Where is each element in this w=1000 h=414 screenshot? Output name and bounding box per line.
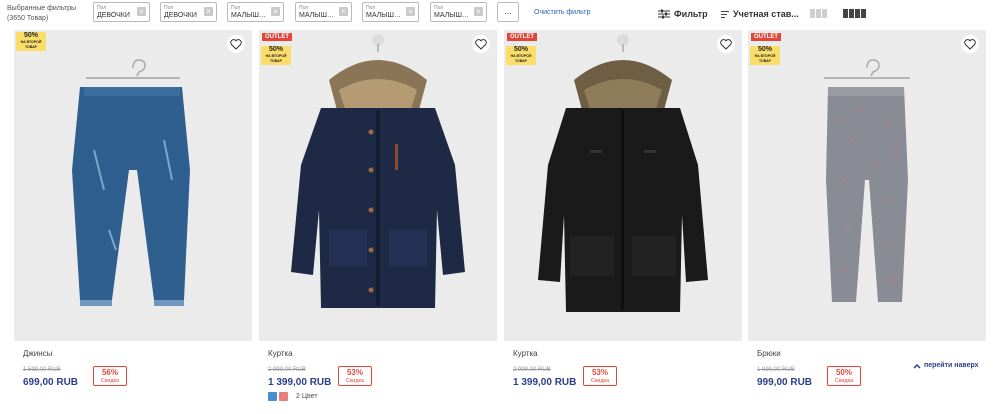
close-icon[interactable]: ×: [204, 7, 213, 16]
clear-filter-link[interactable]: Очистить фильтр: [534, 9, 590, 16]
discount-badge: 53% Скидка: [583, 366, 617, 386]
sort-select[interactable]: Учетная став...: [721, 7, 799, 21]
heart-icon: [964, 38, 976, 50]
filter-chip-gender-babies-girls-2[interactable]: Пол МАЛЫШКИ ... ×: [430, 2, 487, 22]
heart-icon: [230, 38, 242, 50]
filter-button-label: Фильтр: [674, 9, 708, 19]
filter-chip-gender-babies-girls[interactable]: Пол МАЛЫШКИ ... ×: [362, 2, 419, 22]
discount-badge: 56% Скидка: [93, 366, 127, 386]
promo-badge-text: НА ВТОРОЙ ТОВАР: [754, 54, 776, 63]
filter-button[interactable]: Фильтр: [658, 7, 708, 21]
favorite-button[interactable]: [961, 35, 979, 53]
back-to-top-label: перейти наверх: [924, 362, 979, 369]
outlet-badge: OUTLET: [262, 33, 292, 41]
price: 999,00 RUB: [757, 377, 813, 388]
promo-badge: 50% НА ВТОРОЙ ТОВАР: [750, 46, 780, 65]
chip-value: ДЕВОЧКИ: [97, 12, 130, 19]
close-icon[interactable]: ×: [339, 7, 348, 16]
jacket-navy-image: [291, 34, 465, 308]
color-swatch-blue[interactable]: [268, 392, 277, 401]
chip-value: МАЛЫШКИ ...: [366, 12, 403, 19]
heart-icon: [720, 38, 732, 50]
product-image[interactable]: 50% НА ВТОРОЙ ТОВАР: [14, 30, 252, 341]
chip-value: МАЛЫШИ М...: [299, 12, 336, 19]
price: 1 399,00 RUB: [268, 377, 332, 388]
outlet-badge: OUTLET: [507, 33, 537, 41]
promo-badge: 50% НА ВТОРОЙ ТОВАР: [506, 46, 536, 65]
product-card[interactable]: OUTLET 50% НА ВТОРОЙ ТОВАР Брюки 1 999,0…: [748, 30, 986, 414]
filter-chip-gender-babies-boys-2[interactable]: Пол МАЛЫШИ М... ×: [295, 2, 352, 22]
filter-sliders-icon: [658, 9, 670, 19]
chip-value: МАЛЫШИ М...: [231, 12, 268, 19]
close-icon[interactable]: ×: [271, 7, 280, 16]
grid-3-columns-toggle[interactable]: [810, 9, 827, 18]
product-image[interactable]: OUTLET 50% НА ВТОРОЙ ТОВАР: [748, 30, 986, 341]
heart-icon: [475, 38, 487, 50]
selected-filters-count: (3650 Товар): [7, 15, 49, 22]
promo-badge-percent: 50%: [513, 46, 528, 53]
product-name[interactable]: Джинсы: [23, 349, 52, 358]
grid-4-columns-toggle[interactable]: [843, 9, 866, 18]
filter-bar: Выбранные фильтры (3650 Товар) Пол ДЕВОЧ…: [0, 0, 1000, 30]
sort-select-value: Учетная став...: [733, 9, 799, 19]
more-filters-button[interactable]: ...: [497, 2, 519, 22]
promo-badge-percent: 50%: [757, 46, 772, 53]
close-icon[interactable]: ×: [406, 7, 415, 16]
discount-percent: 53%: [591, 368, 608, 377]
sort-icon: [721, 10, 729, 18]
chip-value: МАЛЫШКИ ...: [434, 12, 471, 19]
color-swatch-pink[interactable]: [279, 392, 288, 401]
promo-badge-percent: 50%: [268, 46, 283, 53]
promo-badge-text: НА ВТОРОЙ ТОВАР: [265, 54, 287, 63]
discount-badge: 50% Скидка: [827, 366, 861, 386]
product-name[interactable]: Куртка: [268, 349, 293, 358]
discount-percent: 50%: [835, 368, 852, 377]
filter-chip-gender-girls-2[interactable]: Пол ДЕВОЧКИ ×: [160, 2, 217, 22]
outlet-badge: OUTLET: [751, 33, 781, 41]
discount-percent: 53%: [346, 368, 363, 377]
trousers-image: [824, 59, 910, 302]
jeans-image: [72, 59, 190, 306]
discount-label: Скидка: [834, 378, 854, 384]
favorite-button[interactable]: [717, 35, 735, 53]
promo-badge: 50% НА ВТОРОЙ ТОВАР: [16, 32, 46, 51]
promo-badge-percent: 50%: [23, 32, 38, 39]
product-image[interactable]: OUTLET 50% НА ВТОРОЙ ТОВАР: [504, 30, 742, 341]
product-name[interactable]: Брюки: [757, 349, 781, 358]
promo-badge-text: НА ВТОРОЙ ТОВАР: [20, 40, 42, 49]
price: 1 399,00 RUB: [513, 377, 577, 388]
jacket-black-image: [538, 34, 708, 312]
discount-label: Скидка: [345, 378, 365, 384]
product-name[interactable]: Куртка: [513, 349, 538, 358]
chevron-up-icon: [913, 363, 921, 369]
favorite-button[interactable]: [472, 35, 490, 53]
old-price: 2 999,00 RUB: [513, 367, 551, 373]
old-price: 2 999,00 RUB: [268, 367, 306, 373]
promo-badge-text: НА ВТОРОЙ ТОВАР: [510, 54, 532, 63]
product-card[interactable]: OUTLET 50% НА ВТОРОЙ ТОВАР Куртка 2 999,…: [259, 30, 497, 414]
back-to-top-link[interactable]: перейти наверх: [913, 362, 979, 369]
price: 699,00 RUB: [23, 377, 79, 388]
discount-badge: 53% Скидка: [338, 366, 372, 386]
favorite-button[interactable]: [227, 35, 245, 53]
discount-percent: 56%: [101, 368, 118, 377]
filter-chip-gender-girls[interactable]: Пол ДЕВОЧКИ ×: [93, 2, 150, 22]
selected-filters-title: Выбранные фильтры: [7, 5, 77, 12]
color-options[interactable]: 2 Цвет: [268, 392, 318, 401]
selected-filters-summary: Выбранные фильтры (3650 Товар): [7, 4, 76, 24]
product-card[interactable]: 50% НА ВТОРОЙ ТОВАР Джинсы 1 599,00 RUB …: [14, 30, 252, 414]
product-image[interactable]: OUTLET 50% НА ВТОРОЙ ТОВАР: [259, 30, 497, 341]
old-price: 1 999,00 RUB: [757, 367, 795, 373]
chip-value: ДЕВОЧКИ: [164, 12, 197, 19]
product-card[interactable]: OUTLET 50% НА ВТОРОЙ ТОВАР Куртка 2 999,…: [504, 30, 742, 414]
filter-chip-gender-babies-boys[interactable]: Пол МАЛЫШИ М... ×: [227, 2, 284, 22]
promo-badge: 50% НА ВТОРОЙ ТОВАР: [261, 46, 291, 65]
old-price: 1 599,00 RUB: [23, 367, 61, 373]
color-count: 2 Цвет: [296, 393, 318, 400]
close-icon[interactable]: ×: [137, 7, 146, 16]
discount-label: Скидка: [590, 378, 610, 384]
close-icon[interactable]: ×: [474, 7, 483, 16]
discount-label: Скидка: [100, 378, 120, 384]
